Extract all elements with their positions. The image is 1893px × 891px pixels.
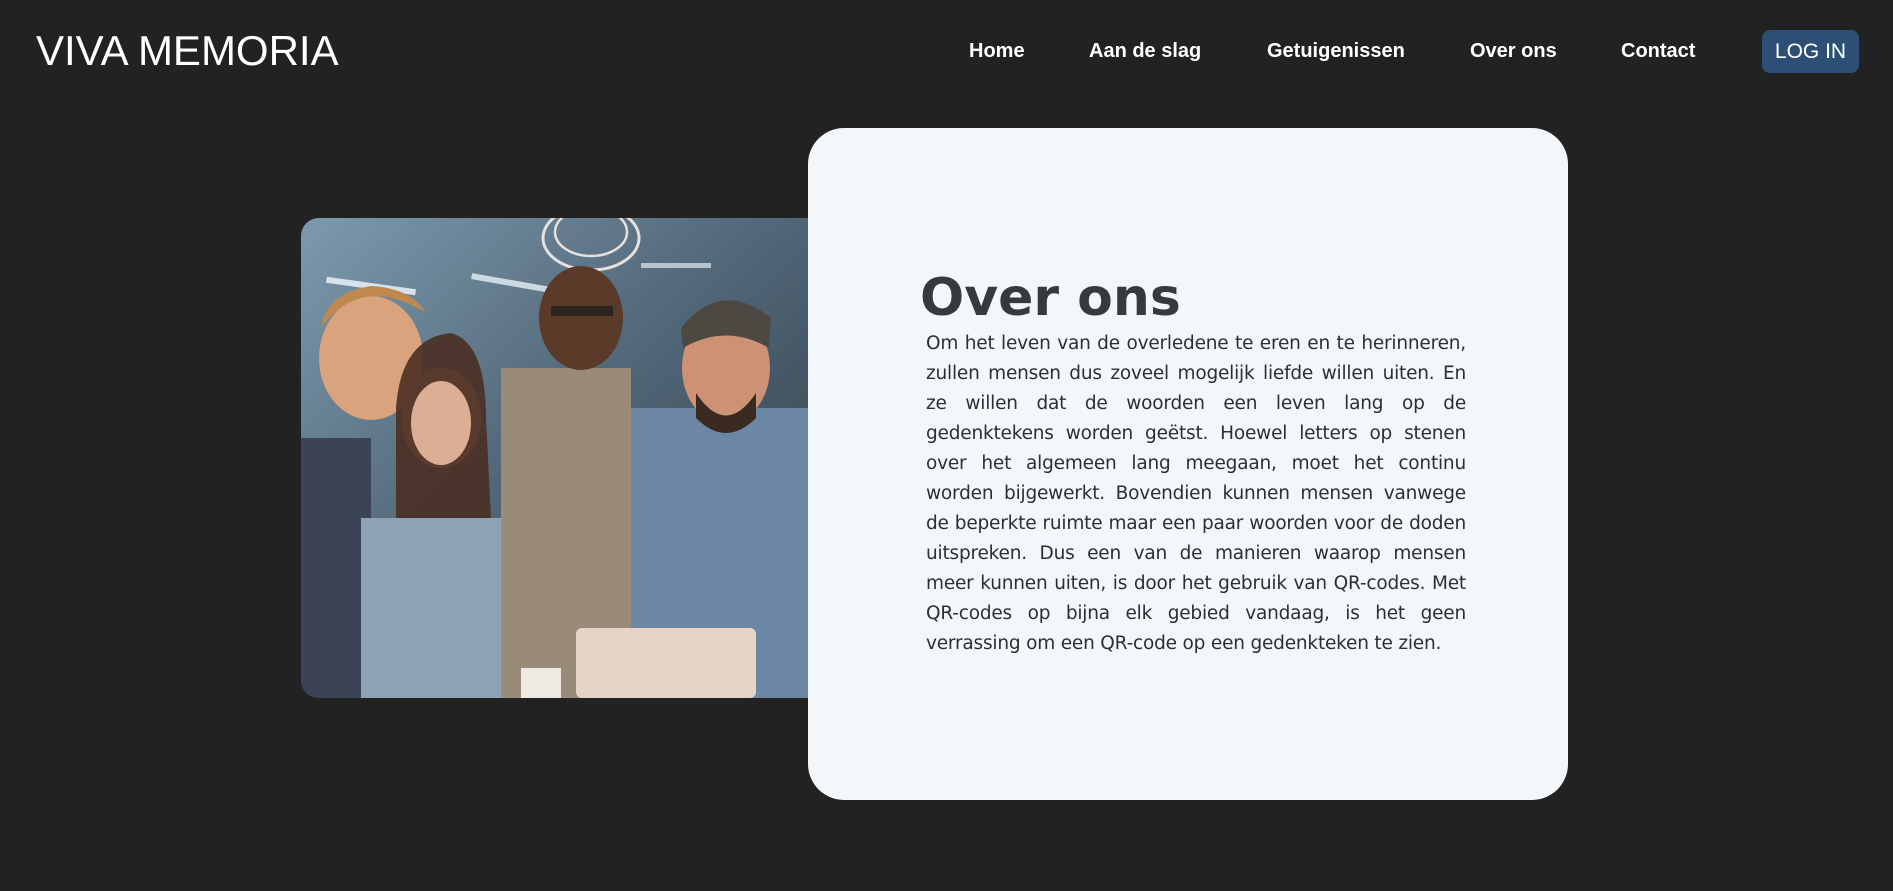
login-button[interactable]: LOG IN: [1762, 30, 1859, 73]
nav-link-home[interactable]: Home: [969, 38, 1025, 64]
nav-link-aan-de-slag[interactable]: Aan de slag: [1089, 38, 1201, 64]
team-photo: [301, 218, 808, 698]
nav-link-contact[interactable]: Contact: [1621, 38, 1695, 64]
about-card: Over ons Om het leven van de overledene …: [808, 128, 1568, 800]
site-header: VIVA MEMORIA Home Aan de slag Getuigenis…: [0, 0, 1893, 104]
brand-logo-text[interactable]: VIVA MEMORIA: [36, 26, 339, 76]
about-body-text: Om het leven van de overledene te eren e…: [926, 332, 1466, 654]
nav-link-over-ons[interactable]: Over ons: [1470, 38, 1557, 64]
about-title: Over ons: [920, 267, 1181, 328]
nav-link-getuigenissen[interactable]: Getuigenissen: [1267, 38, 1405, 64]
